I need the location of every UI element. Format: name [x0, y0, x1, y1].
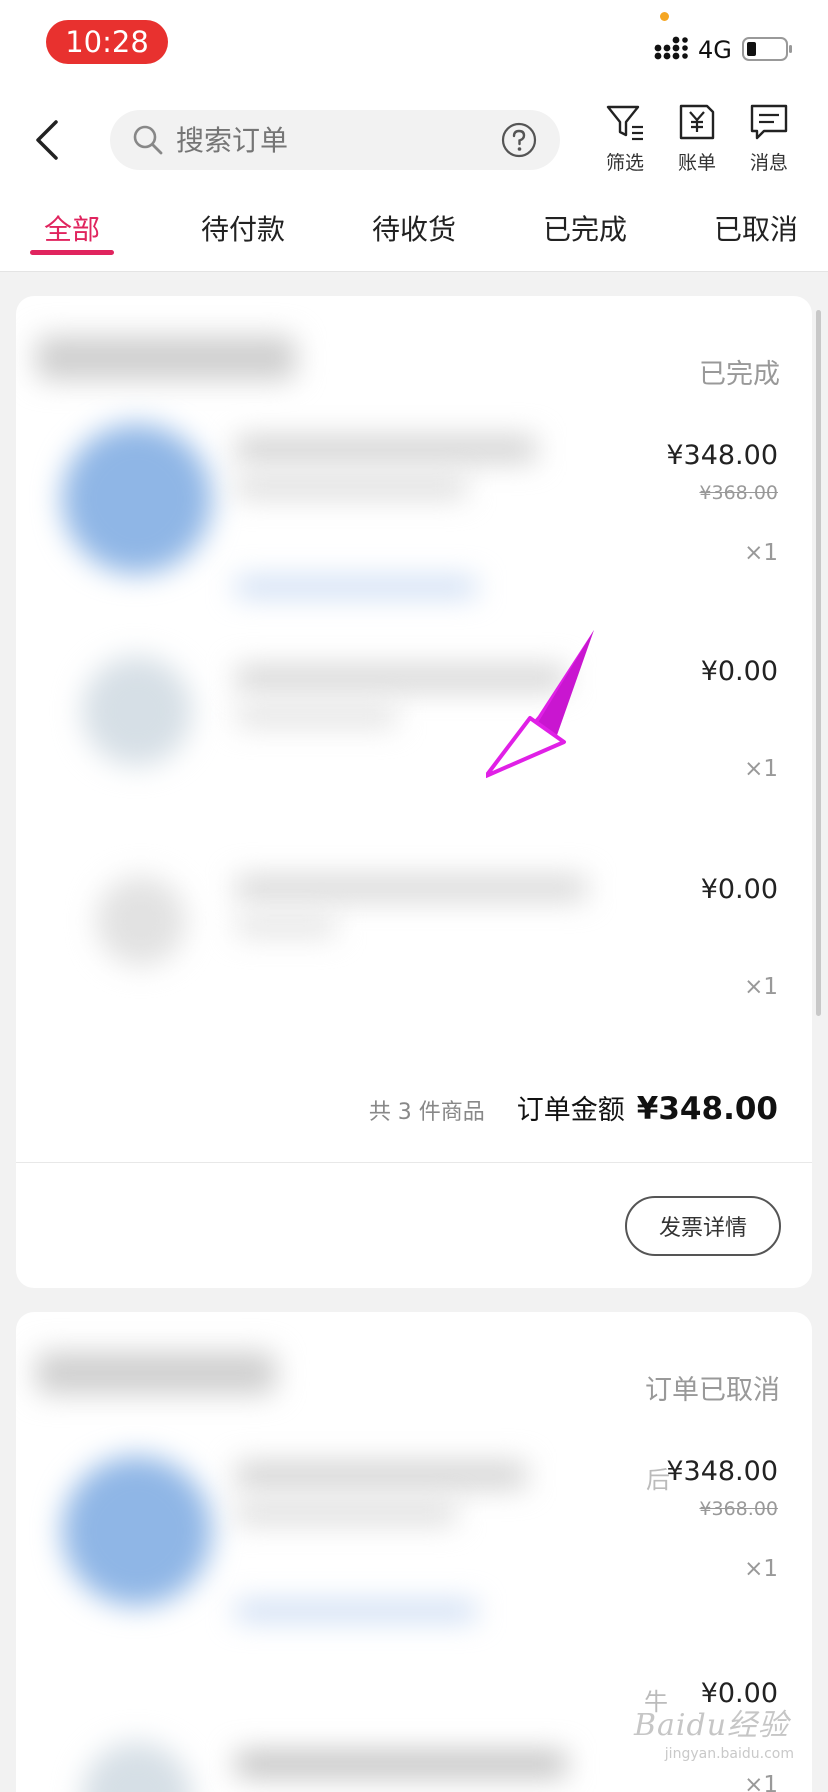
item-quantity: ×1: [744, 974, 778, 1000]
blurred-product-title: [236, 1502, 456, 1524]
blurred-product-image: [82, 656, 192, 766]
tab-cancelled[interactable]: 已取消: [714, 208, 798, 248]
battery-icon: [742, 37, 792, 61]
order-tabs: 全部 待付款 待收货 已完成 已取消: [0, 188, 828, 272]
tab-completed[interactable]: 已完成: [543, 208, 627, 248]
item-price: ¥348.00: [666, 1456, 778, 1487]
item-original-price: ¥368.00: [699, 1498, 778, 1520]
item-price: ¥0.00: [700, 656, 778, 687]
order-status: 订单已取消: [645, 1375, 780, 1406]
item-quantity: ×1: [744, 1556, 778, 1582]
message-label: 消息: [749, 152, 788, 174]
blurred-product-tag: [236, 578, 476, 596]
item-original-price: ¥368.00: [699, 482, 778, 504]
back-icon[interactable]: [28, 114, 68, 166]
message-button[interactable]: 消息: [739, 102, 799, 175]
filter-label: 筛选: [605, 152, 644, 174]
message-icon: [750, 104, 788, 140]
watermark-title: Baidu经验: [634, 1708, 790, 1743]
network-label: 4G: [698, 36, 732, 64]
blurred-product-image: [96, 876, 186, 966]
blurred-product-title: [236, 706, 396, 726]
blurred-product-title: [236, 916, 336, 936]
watermark-url: jingyan.baidu.com: [664, 1746, 794, 1762]
status-bar: 10:28 4G: [0, 0, 828, 92]
blurred-product-image: [62, 424, 212, 574]
order-summary: 共 3 件商品 订单金额 ¥348.00: [369, 1088, 778, 1127]
blurred-shop-name: [36, 336, 296, 380]
bill-icon: [679, 104, 715, 140]
item-count: 共 3 件商品: [368, 1100, 485, 1125]
search-icon: [133, 125, 163, 155]
signal-icon: [654, 36, 688, 60]
search-input[interactable]: [176, 110, 486, 170]
item-price: ¥0.00: [700, 874, 778, 905]
help-icon[interactable]: [500, 121, 538, 159]
header: 筛选 账单 消息: [0, 92, 828, 188]
bill-button[interactable]: 账单: [667, 102, 727, 175]
blurred-product-tag: [236, 1602, 476, 1620]
blurred-product-title: [236, 876, 586, 900]
item-quantity: ×1: [744, 540, 778, 566]
invoice-details-button[interactable]: 发票详情: [625, 1196, 781, 1256]
search-box[interactable]: [110, 110, 560, 170]
item-quantity: ×1: [744, 756, 778, 782]
blurred-product-title: [236, 436, 536, 462]
blurred-product-image: [82, 1742, 192, 1792]
tab-pending-payment[interactable]: 待付款: [201, 208, 285, 248]
blurred-product-title: [236, 1462, 526, 1488]
blurred-shop-name: [36, 1352, 276, 1394]
blurred-product-title: [236, 476, 466, 498]
bill-label: 账单: [677, 152, 716, 174]
scrollbar[interactable]: [816, 310, 821, 1016]
status-time: 10:28: [46, 20, 168, 64]
item-quantity: ×1: [744, 1772, 778, 1792]
tab-pending-receipt[interactable]: 待收货: [372, 208, 456, 248]
tab-all[interactable]: 全部: [44, 208, 100, 248]
order-amount: ¥348.00: [636, 1091, 778, 1127]
order-card[interactable]: 已完成 ¥348.00 ¥368.00 ×1 ¥0.00 ×1 ¥0.00 ×1…: [16, 296, 812, 1288]
order-amount-label: 订单金额: [516, 1095, 625, 1126]
item-price: ¥348.00: [666, 440, 778, 471]
order-status: 已完成: [699, 359, 780, 390]
divider: [16, 1162, 812, 1163]
privacy-indicator-dot: [660, 12, 669, 21]
baidu-watermark: Baidu经验 jingyan.baidu.com: [634, 1700, 794, 1770]
blurred-product-title: [236, 1752, 566, 1776]
active-tab-indicator: [30, 250, 114, 255]
filter-icon: [606, 105, 643, 141]
blurred-product-image: [62, 1456, 212, 1606]
filter-button[interactable]: 筛选: [595, 102, 655, 175]
annotation-arrow: [486, 630, 594, 778]
